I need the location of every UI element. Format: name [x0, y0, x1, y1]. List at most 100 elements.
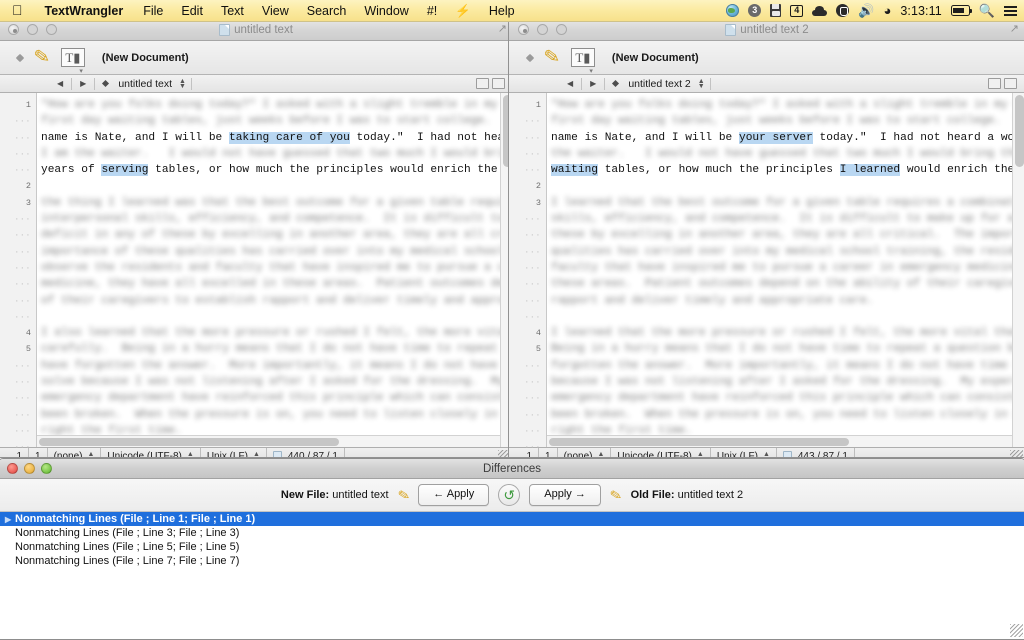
apply-right-button[interactable]: Apply →	[529, 484, 601, 506]
right-title-bar[interactable]: untitled text 2 ↗	[509, 19, 1024, 41]
text-options-icon[interactable]: T▮	[60, 48, 85, 75]
right-text-area[interactable]: "How are you folks doing today?" I asked…	[547, 93, 1024, 447]
editor-window-right[interactable]: untitled text 2 ↗ ✎ T▮ (New Document) ◀ …	[508, 18, 1024, 458]
text-line-blurred: faculty that have inspired me to pursue …	[551, 261, 1024, 274]
text-line: waiting tables, or how much the principl…	[551, 162, 1024, 178]
line-number: ···	[524, 442, 541, 453]
menu-item-help[interactable]: Help	[480, 0, 524, 22]
nav-back-icon[interactable]: ◀	[54, 79, 66, 88]
right-nav-filename[interactable]: untitled text 2	[621, 78, 697, 90]
difference-row[interactable]: ▶Nonmatching Lines (File ; Line 7; File …	[0, 554, 1024, 568]
disk-icon[interactable]	[770, 4, 782, 17]
line-number: ···	[14, 295, 31, 306]
text-line-blurred	[41, 309, 513, 325]
right-vertical-scroll-thumb[interactable]	[1015, 95, 1024, 167]
pencil-icon: ✎	[608, 485, 624, 505]
line-number: ···	[524, 295, 541, 306]
menu-item-text[interactable]: Text	[212, 0, 253, 22]
pencil-icon[interactable]: ✎	[543, 46, 562, 69]
text-line-blurred: these areas. Patient outcomes depend on …	[551, 278, 1024, 291]
differences-list[interactable]: ▶ Nonmatching Lines (File ; Line 1; File …	[0, 512, 1024, 639]
left-window-title: untitled text	[234, 23, 293, 36]
right-encoding-popup[interactable]: Unicode (UTF-8) ▲▼	[611, 447, 711, 457]
menu-item-shebang[interactable]: #!	[418, 0, 446, 22]
battery-icon[interactable]	[950, 5, 973, 16]
menu-item-search[interactable]: Search	[298, 0, 356, 22]
left-line-endings-popup[interactable]: Unix (LF) ▲▼	[201, 447, 267, 457]
right-nav-stepper[interactable]: ▲ ▼	[698, 78, 705, 90]
right-horizontal-scrollbar[interactable]	[547, 435, 1012, 447]
split-view-icon[interactable]	[988, 78, 1001, 89]
toolbar-dot-icon[interactable]	[525, 53, 535, 62]
pencil-icon[interactable]: ✎	[33, 46, 52, 69]
line-number: ···	[14, 165, 31, 176]
difference-row[interactable]: ▶Nonmatching Lines (File ; Line 3; File …	[0, 526, 1024, 540]
nav-forward-icon[interactable]: ▶	[587, 79, 599, 88]
differences-resize-grip[interactable]	[1010, 624, 1023, 637]
right-language-popup[interactable]: (none) ▲▼	[558, 447, 612, 457]
disclosure-triangle-icon[interactable]: ▶	[5, 515, 15, 524]
right-line-endings-popup[interactable]: Unix (LF) ▲▼	[711, 447, 777, 457]
editor-window-left[interactable]: untitled text ↗ ✎ T▮ (New Document) ◀ ▶ …	[0, 18, 514, 458]
wifi-icon[interactable]: ◕	[883, 4, 891, 17]
left-text-area[interactable]: "How are you folks doing today?" I asked…	[37, 93, 513, 447]
difference-row-label: Nonmatching Lines (File ; Line 5; File ;…	[15, 541, 240, 553]
left-nav-stepper[interactable]: ▲ ▼	[179, 78, 186, 90]
notification-center-icon[interactable]	[1004, 5, 1017, 16]
globe-icon[interactable]	[726, 4, 740, 17]
left-horizontal-scroll-thumb[interactable]	[39, 438, 339, 446]
difference-row[interactable]: ▶ Nonmatching Lines (File ; Line 1; File …	[0, 512, 1024, 526]
cloud-icon[interactable]	[812, 5, 828, 16]
nav-bookmark-icon[interactable]	[612, 79, 620, 88]
fullscreen-icon[interactable]: ↗	[498, 24, 507, 35]
fullscreen-icon[interactable]: ↗	[1010, 24, 1019, 35]
menu-bar-clock[interactable]: 3:13:11	[900, 4, 941, 18]
line-number: ···	[524, 409, 541, 420]
apple-menu-icon[interactable]: 	[0, 3, 34, 17]
apply-left-button[interactable]: ← Apply	[418, 484, 490, 506]
left-horizontal-scrollbar[interactable]	[37, 435, 500, 447]
differences-window[interactable]: Differences New File: untitled text ✎ ← …	[0, 458, 1024, 640]
menu-item-view[interactable]: View	[253, 0, 298, 22]
left-language-popup[interactable]: (none) ▲▼	[48, 447, 102, 457]
left-encoding-popup[interactable]: Unicode (UTF-8) ▲▼	[101, 447, 201, 457]
right-horizontal-scroll-thumb[interactable]	[549, 438, 849, 446]
refresh-icon[interactable]: ↺	[498, 484, 521, 506]
differences-window-title: Differences	[483, 462, 541, 475]
nav-forward-icon[interactable]: ▶	[77, 79, 89, 88]
menu-app-name[interactable]: TextWrangler	[34, 0, 135, 22]
line-number: ···	[14, 148, 31, 159]
split-view-icon[interactable]	[476, 78, 489, 89]
nav-divider	[71, 77, 73, 90]
phone-icon[interactable]	[836, 4, 850, 17]
left-editor-body[interactable]: 1 ··· ··· ··· ··· 2 3 ··· ··· ··· ··· ··· ··· ··· 4 5 ··…	[0, 93, 513, 452]
line-number: ···	[14, 279, 31, 290]
menu-item-file[interactable]: File	[134, 0, 172, 22]
difference-row[interactable]: ▶Nonmatching Lines (File ; Line 5; File …	[0, 540, 1024, 554]
badge-3-icon[interactable]: 3	[748, 4, 762, 17]
right-resize-grip[interactable]	[1010, 450, 1023, 457]
window-clone-icon[interactable]	[492, 78, 505, 89]
menu-item-window[interactable]: Window	[355, 0, 417, 22]
text-options-icon[interactable]: T▮	[570, 48, 595, 75]
differences-title-bar[interactable]: Differences	[0, 459, 1024, 479]
right-vertical-scrollbar[interactable]	[1012, 93, 1024, 447]
spaces-4-icon[interactable]: 4	[790, 4, 804, 17]
menu-item-lightning[interactable]: ⚡	[446, 0, 480, 22]
left-title-bar[interactable]: untitled text ↗	[0, 19, 513, 41]
line-number: ···	[524, 132, 541, 143]
right-window-title-group: untitled text 2	[509, 23, 1024, 36]
toolbar-dot-icon[interactable]	[15, 53, 25, 62]
spotlight-search-icon[interactable]: 🔍	[979, 4, 995, 17]
window-clone-icon[interactable]	[1004, 78, 1017, 89]
nav-back-icon[interactable]: ◀	[564, 79, 576, 88]
difference-row-label: Nonmatching Lines (File ; Line 7; File ;…	[15, 555, 240, 567]
text-span: would enrich the rest o	[906, 164, 1024, 177]
nav-bookmark-icon[interactable]	[102, 79, 110, 88]
text-span: name is Nate, and I will be	[551, 131, 739, 144]
left-nav-filename[interactable]: untitled text	[111, 78, 179, 90]
menu-item-edit[interactable]: Edit	[172, 0, 212, 22]
volume-icon[interactable]: 🔊	[858, 4, 874, 17]
text-line: name is Nate, and I will be your server …	[551, 130, 1024, 146]
right-editor-body[interactable]: 1 ··· ··· ··· ··· 2 3 ··· ··· ··· ··· ··· ··· ··· 4 5 ··…	[509, 93, 1024, 452]
